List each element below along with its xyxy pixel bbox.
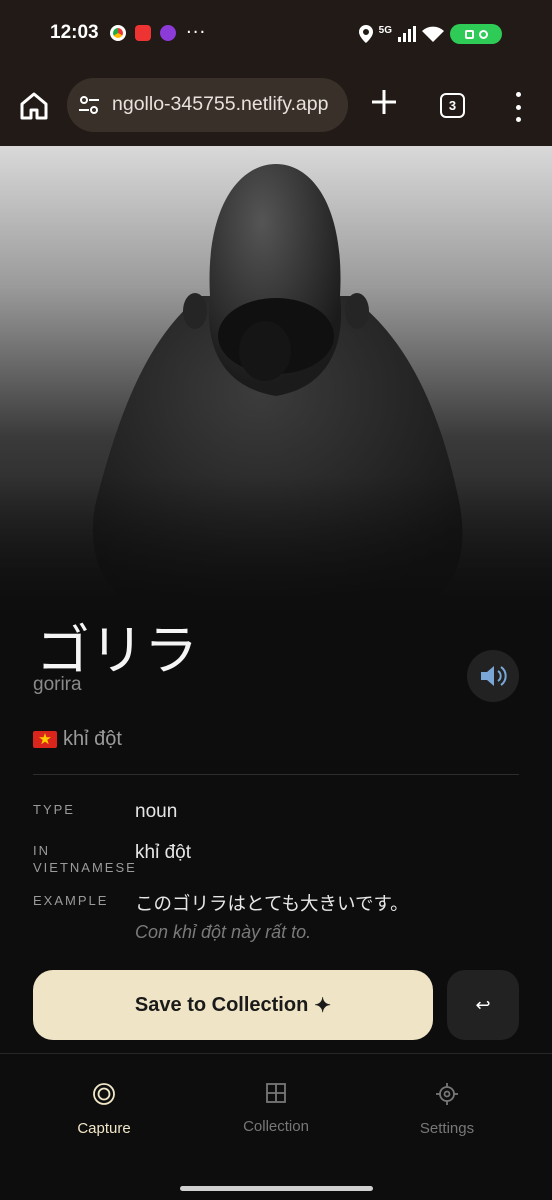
chrome-app-icon [110, 25, 126, 41]
video-app-icon [135, 25, 151, 41]
return-button[interactable]: ↩ [447, 970, 519, 1040]
example-label: EXAMPLE [33, 893, 109, 908]
site-settings-icon[interactable] [77, 93, 101, 117]
bottom-nav: Capture Collection Settings [0, 1054, 552, 1200]
home-indicator[interactable] [180, 1186, 373, 1191]
nav-capture-label: Capture [77, 1120, 131, 1137]
network-type: 5G [378, 24, 392, 36]
system-icons: 5G [358, 24, 502, 44]
nav-collection[interactable]: Collection [206, 1082, 346, 1135]
status-bar: 12:03 ··· 5G [0, 0, 552, 70]
example-japanese: このゴリラはとても大きいです。 [135, 894, 409, 915]
url-text[interactable]: ngollo-345755.netlify.app [112, 93, 328, 116]
return-icon: ↩ [475, 994, 491, 1016]
word-romaji: gorira [33, 674, 82, 695]
collection-icon [266, 1083, 286, 1103]
battery-icon [450, 24, 502, 44]
browser-toolbar: ngollo-345755.netlify.app 3 [0, 70, 552, 146]
signal-icon [398, 26, 416, 42]
wifi-icon [422, 26, 444, 42]
save-to-collection-button[interactable]: Save to Collection ✦ [33, 970, 433, 1040]
vietnam-flag-icon [33, 731, 57, 748]
word-image [0, 146, 552, 616]
clock: 12:03 [50, 22, 99, 43]
speaker-icon [481, 666, 507, 686]
home-icon[interactable] [16, 88, 52, 124]
tab-switcher-button[interactable]: 3 [440, 93, 465, 118]
nav-capture[interactable]: Capture [34, 1082, 174, 1137]
in-label-line2: VIETNAMESE [33, 860, 137, 875]
example-vietnamese: Con khỉ đột này rất to. [135, 922, 312, 942]
pronounce-button[interactable] [467, 650, 519, 702]
location-icon [358, 25, 373, 43]
translation: khỉ đột [33, 728, 122, 751]
more-notifications-icon: ··· [186, 22, 207, 43]
capture-icon [93, 1083, 115, 1105]
save-label: Save to Collection [134, 993, 309, 1016]
type-value: noun [135, 801, 178, 822]
nav-settings-label: Settings [419, 1120, 475, 1137]
browser-menu-icon[interactable] [508, 92, 528, 122]
address-bar[interactable]: ngollo-345755.netlify.app [67, 78, 348, 132]
vpn-app-icon [160, 25, 176, 41]
settings-icon [436, 1083, 458, 1105]
type-label: TYPE [33, 802, 75, 817]
new-tab-icon[interactable] [368, 86, 400, 118]
translation-text: khỉ đột [63, 728, 122, 750]
in-vietnamese-value: khỉ đột [135, 842, 191, 863]
in-label-line1: IN [33, 843, 50, 858]
nav-collection-label: Collection [243, 1118, 309, 1135]
divider [33, 774, 519, 775]
nav-settings[interactable]: Settings [377, 1082, 517, 1137]
sparkle-icon: ✦ [314, 994, 332, 1017]
